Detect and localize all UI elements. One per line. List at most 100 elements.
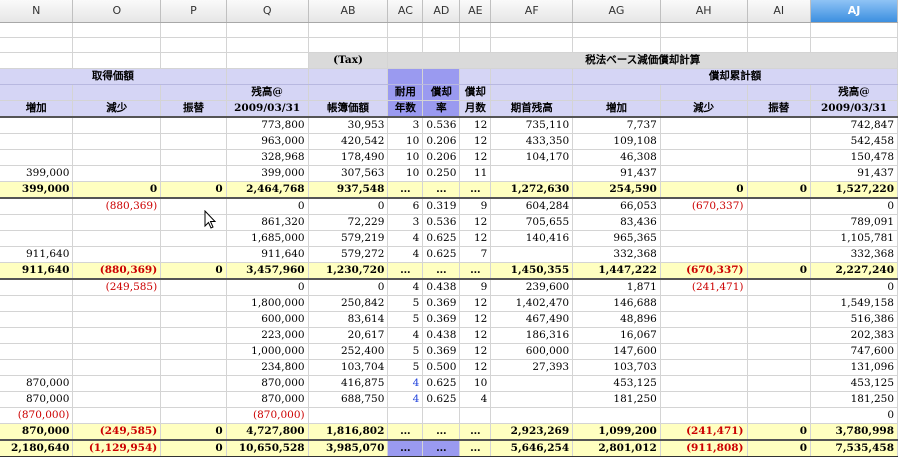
cell-af[interactable]	[490, 375, 574, 393]
cell-ad[interactable]: …	[422, 439, 461, 458]
cell-p[interactable]	[160, 133, 227, 151]
cell-af[interactable]	[490, 246, 574, 264]
cell-ag[interactable]: 1,447,222	[572, 262, 661, 281]
cell[interactable]	[72, 22, 162, 38]
cell-ad[interactable]: 0.536	[422, 117, 461, 135]
cell-q[interactable]: 963,000	[226, 133, 309, 151]
cell-ai[interactable]: 0	[747, 423, 812, 442]
cell-af[interactable]	[490, 391, 574, 409]
cell-ab[interactable]: 688,750	[308, 391, 389, 409]
cell-o[interactable]	[72, 311, 162, 329]
cell-ah[interactable]	[660, 311, 748, 329]
cell-ab[interactable]: 103,704	[308, 359, 389, 377]
cell-ai[interactable]	[747, 359, 812, 377]
cell-q[interactable]: (870,000)	[226, 407, 309, 425]
cell-n[interactable]: (870,000)	[0, 407, 74, 425]
cell-ae[interactable]: 9	[459, 198, 492, 216]
cell-ac[interactable]: 5	[387, 295, 424, 313]
cell-ad[interactable]: 0.369	[422, 343, 461, 361]
cell[interactable]	[308, 68, 389, 86]
cell-ae[interactable]: 12	[459, 149, 492, 167]
cell-ae[interactable]: 12	[459, 327, 492, 345]
dep-decrease-label[interactable]: 減少	[660, 100, 748, 119]
column-header-q[interactable]: Q	[226, 0, 309, 23]
cell[interactable]	[747, 84, 812, 102]
cell-ae[interactable]: 12	[459, 295, 492, 313]
cell-ai[interactable]	[747, 311, 812, 329]
cell-o[interactable]	[72, 343, 162, 361]
cell-ag[interactable]: 1,871	[572, 279, 661, 297]
cell-q[interactable]: 1,000,000	[226, 343, 309, 361]
cell-ai[interactable]: 0	[747, 181, 812, 200]
cell-aj[interactable]: 0	[810, 407, 898, 425]
cell-ab[interactable]: 252,400	[308, 343, 389, 361]
cell-n[interactable]	[0, 117, 74, 135]
cell-ae[interactable]: 9	[459, 279, 492, 297]
cell-p[interactable]	[160, 246, 227, 264]
cell-p[interactable]	[160, 295, 227, 313]
cell-n[interactable]	[0, 343, 74, 361]
cell[interactable]	[226, 68, 309, 86]
cell-p[interactable]	[160, 311, 227, 329]
cell-ai[interactable]	[747, 230, 812, 248]
cell-ab[interactable]: 0	[308, 279, 389, 297]
cell-aj[interactable]: 131,096	[810, 359, 898, 377]
cell-ab[interactable]: 30,953	[308, 117, 389, 135]
cell-ac[interactable]: 10	[387, 133, 424, 151]
cell-ac[interactable]: 5	[387, 311, 424, 329]
cell-q[interactable]: 911,640	[226, 246, 309, 264]
cell-ae[interactable]: 12	[459, 214, 492, 232]
cell-o[interactable]: (880,369)	[72, 262, 162, 281]
column-header-n[interactable]: N	[0, 0, 74, 23]
cell-ab[interactable]: 307,563	[308, 165, 389, 183]
cell-ah[interactable]: 0	[660, 181, 748, 200]
cell-aj[interactable]: 2,227,240	[810, 262, 898, 281]
cell-ab[interactable]	[308, 407, 389, 425]
cell-n[interactable]	[0, 311, 74, 329]
cell[interactable]	[572, 84, 661, 102]
cell-o[interactable]	[72, 375, 162, 393]
cell[interactable]	[72, 84, 162, 102]
cell-p[interactable]: 0	[160, 262, 227, 281]
cell[interactable]	[308, 37, 389, 54]
months-label-bottom[interactable]: 月数	[459, 100, 492, 119]
cell-ad[interactable]: 0.438	[422, 327, 461, 345]
cell[interactable]	[226, 37, 309, 54]
cell-ac[interactable]: 4	[387, 279, 424, 297]
cell-p[interactable]	[160, 279, 227, 297]
cell-q[interactable]: 1,800,000	[226, 295, 309, 313]
cell-q[interactable]: 234,800	[226, 359, 309, 377]
cell-ad[interactable]: 0.206	[422, 133, 461, 151]
cell-n[interactable]	[0, 198, 74, 216]
cell-ad[interactable]: 0.438	[422, 279, 461, 297]
cell-n[interactable]	[0, 214, 74, 232]
cell-o[interactable]	[72, 214, 162, 232]
cell-aj[interactable]: 1,549,158	[810, 295, 898, 313]
cell[interactable]	[747, 37, 812, 54]
cell-ah[interactable]	[660, 359, 748, 377]
cell-q[interactable]: 870,000	[226, 375, 309, 393]
cell-ah[interactable]: (241,471)	[660, 423, 748, 442]
cell-ah[interactable]	[660, 246, 748, 264]
cell-ab[interactable]: 20,617	[308, 327, 389, 345]
life-label-bottom[interactable]: 年数	[387, 100, 424, 119]
cell[interactable]	[308, 22, 389, 38]
cell-ah[interactable]	[660, 295, 748, 313]
cell-ah[interactable]	[660, 343, 748, 361]
cell-af[interactable]: 2,923,269	[490, 423, 574, 442]
cell[interactable]	[490, 84, 574, 102]
cell-p[interactable]	[160, 343, 227, 361]
cell[interactable]	[747, 22, 812, 38]
dep-transfer-label[interactable]: 振替	[747, 100, 812, 119]
cell[interactable]	[0, 22, 74, 38]
cell-ae[interactable]: 12	[459, 343, 492, 361]
cell-ai[interactable]	[747, 295, 812, 313]
rate-label-top[interactable]: 償却	[422, 84, 461, 102]
cell-aj[interactable]: 742,847	[810, 117, 898, 135]
life-label-top[interactable]: 耐用	[387, 84, 424, 102]
cell-n[interactable]: 870,000	[0, 391, 74, 409]
cell-aj[interactable]: 516,386	[810, 311, 898, 329]
cell-p[interactable]	[160, 149, 227, 167]
cell-ah[interactable]	[660, 117, 748, 135]
cell-q[interactable]: 0	[226, 279, 309, 297]
